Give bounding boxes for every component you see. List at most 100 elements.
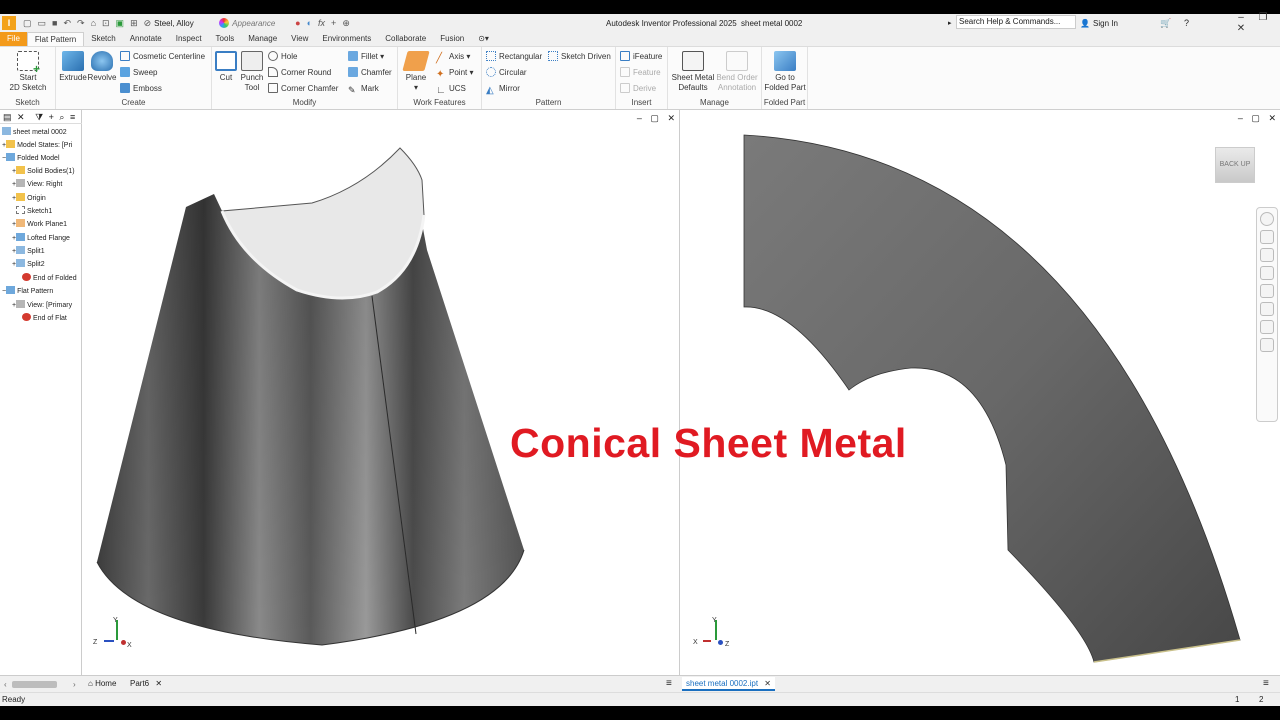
ucs-button[interactable]: ∟ UCS [436,82,466,96]
cut-button[interactable]: Cut [214,51,238,83]
sweep-button[interactable]: Sweep [120,66,157,80]
maximize-icon[interactable]: ❐ [1252,12,1274,23]
tab-sketch[interactable]: Sketch [84,32,122,46]
open-file-icon[interactable]: ▭ [38,18,47,29]
select-icon[interactable]: ⊡ [102,18,110,29]
browser-scroll-left-icon[interactable]: ‹ [4,680,7,689]
tree-item-view-right[interactable]: + View: Right [12,179,62,191]
viewcube[interactable]: BACK UP [1215,147,1255,183]
plane-button[interactable]: Plane ▾ [402,51,430,93]
tree-item-sketch1[interactable]: Sketch1 [16,206,52,218]
corner-chamfer-button[interactable]: Corner Chamfer [268,82,338,96]
add-icon[interactable]: + [331,18,336,28]
tab-list-icon-2[interactable]: ≡ [1263,678,1269,689]
close-tab-icon[interactable]: ✕ [764,679,771,688]
close-tab-icon[interactable]: ✕ [155,679,162,688]
tree-item-model-states[interactable]: + Model States: [Pri [2,140,72,152]
axis-button[interactable]: ╱ Axis ▾ [436,50,470,64]
home-icon[interactable]: ⌂ [91,18,96,28]
sign-in-link[interactable]: Sign In [1093,19,1118,28]
doc-tab-home[interactable]: ⌂ Home [84,677,120,691]
pan-icon[interactable] [1260,230,1274,244]
tree-item-end-of-flat[interactable]: End of Flat [22,313,67,325]
browser-filter-icon[interactable]: ⧩ [35,112,43,122]
fillet-button[interactable]: Fillet ▾ [348,50,384,64]
browser-close-icon[interactable]: ✕ [17,112,25,122]
zoom-icon[interactable] [1260,248,1274,262]
hole-button[interactable]: Hole [268,50,297,64]
measure-icon[interactable]: ⊞ [130,18,138,29]
viewport-flat-pattern[interactable]: – ▢ ✕ BACK UP Y X Z [681,110,1280,675]
tree-item-view-primary[interactable]: + View: [Primary [12,300,72,312]
tree-item-origin[interactable]: + Origin [12,193,46,205]
help-search-input[interactable]: Search Help & Commands... [956,15,1076,29]
browser-menu-icon[interactable]: ▤ [3,112,12,122]
derive-button[interactable]: Derive [620,82,656,96]
look-at-icon[interactable] [1260,320,1274,334]
extrude-button[interactable]: Extrude [58,51,88,83]
update-icon[interactable]: ▣ [116,18,125,29]
chamfer-button[interactable]: Chamfer [348,66,392,80]
tab-flat-pattern[interactable]: Flat Pattern [26,32,85,46]
fx-icon[interactable]: fx [318,18,325,28]
view-face-icon[interactable] [1260,284,1274,298]
sheet-metal-defaults-button[interactable]: Sheet Metal Defaults [670,51,716,93]
tree-item-folded-model[interactable]: − Folded Model [2,153,60,165]
redo-icon[interactable]: ↷ [77,18,85,29]
tab-inspect[interactable]: Inspect [169,32,209,46]
tree-item-lofted-flange[interactable]: + Lofted Flange [12,233,70,245]
browser-scrollbar[interactable] [12,681,57,688]
options-icon[interactable]: ⊕ [342,18,350,29]
free-orbit-icon[interactable] [1260,338,1274,352]
appearance-select[interactable]: Appearance [232,19,292,28]
tree-item-work-plane1[interactable]: + Work Plane1 [12,219,67,231]
corner-round-button[interactable]: Corner Round [268,66,331,80]
undo-icon[interactable]: ↶ [63,18,71,29]
material-select[interactable]: Steel, Alloy [154,19,216,28]
tab-manage[interactable]: Manage [241,32,284,46]
start-2d-sketch-button[interactable]: + Start 2D Sketch [6,51,50,93]
tab-tools[interactable]: Tools [209,32,242,46]
browser-scroll-right-icon[interactable]: › [73,680,76,689]
tree-item-split2[interactable]: + Split2 [12,259,45,271]
revolve-button[interactable]: Revolve [87,51,117,83]
browser-more-icon[interactable]: ≡ [70,112,75,122]
tab-annotate[interactable]: Annotate [123,32,169,46]
cart-icon[interactable]: 🛒 [1160,18,1171,29]
tab-list-icon[interactable]: ≡ [666,678,672,689]
inventor-logo-icon[interactable]: I [2,16,16,30]
tab-environments[interactable]: Environments [315,32,378,46]
tree-item-split1[interactable]: + Split1 [12,246,45,258]
feature-button[interactable]: Feature [620,66,661,80]
adjust-icon[interactable]: ◐ [307,18,312,28]
bend-order-annotation-button[interactable]: Bend Order Annotation [714,51,760,93]
tab-file[interactable]: File [0,32,27,46]
browser-search-icon[interactable]: ⌕ [59,112,64,122]
point-button[interactable]: ✦ Point ▾ [436,66,473,80]
tree-item-solid-bodies[interactable]: + Solid Bodies(1) [12,166,75,178]
help-icon[interactable]: ? [1184,18,1189,28]
save-icon[interactable]: ■ [52,18,57,28]
punch-tool-button[interactable]: Punch Tool [238,51,266,93]
ribbon-options-icon[interactable]: ⊙▾ [471,32,496,46]
doc-tab-part6[interactable]: Part6 ✕ [126,677,166,691]
cosmetic-centerline-button[interactable]: Cosmetic Centerline [120,50,205,64]
mirror-button[interactable]: ◭ Mirror [486,82,520,96]
orbit-icon[interactable] [1260,266,1274,280]
doc-tab-sheet-metal[interactable]: sheet metal 0002.ipt ✕ [682,677,775,691]
go-to-folded-part-button[interactable]: Go to Folded Part [762,51,808,93]
tree-item-end-of-folded[interactable]: End of Folded [22,273,77,285]
circular-pattern-button[interactable]: Circular [486,66,527,80]
minimize-icon[interactable]: – [1230,12,1252,23]
tab-view[interactable]: View [284,32,315,46]
ifeature-button[interactable]: iFeature [620,50,662,64]
viewport-folded-model[interactable]: – ▢ ✕ Y X Z [82,110,680,675]
mark-button[interactable]: ✎ Mark [348,82,379,96]
tree-item-root[interactable]: sheet metal 0002 [2,127,67,139]
rectangular-pattern-button[interactable]: Rectangular [486,50,542,64]
tab-fusion[interactable]: Fusion [433,32,471,46]
tree-item-flat-pattern[interactable]: − Flat Pattern [2,286,53,298]
sketch-driven-pattern-button[interactable]: Sketch Driven [548,50,611,64]
new-file-icon[interactable]: ▢ [23,18,32,29]
clear-appearance-icon[interactable]: ● [295,18,300,28]
